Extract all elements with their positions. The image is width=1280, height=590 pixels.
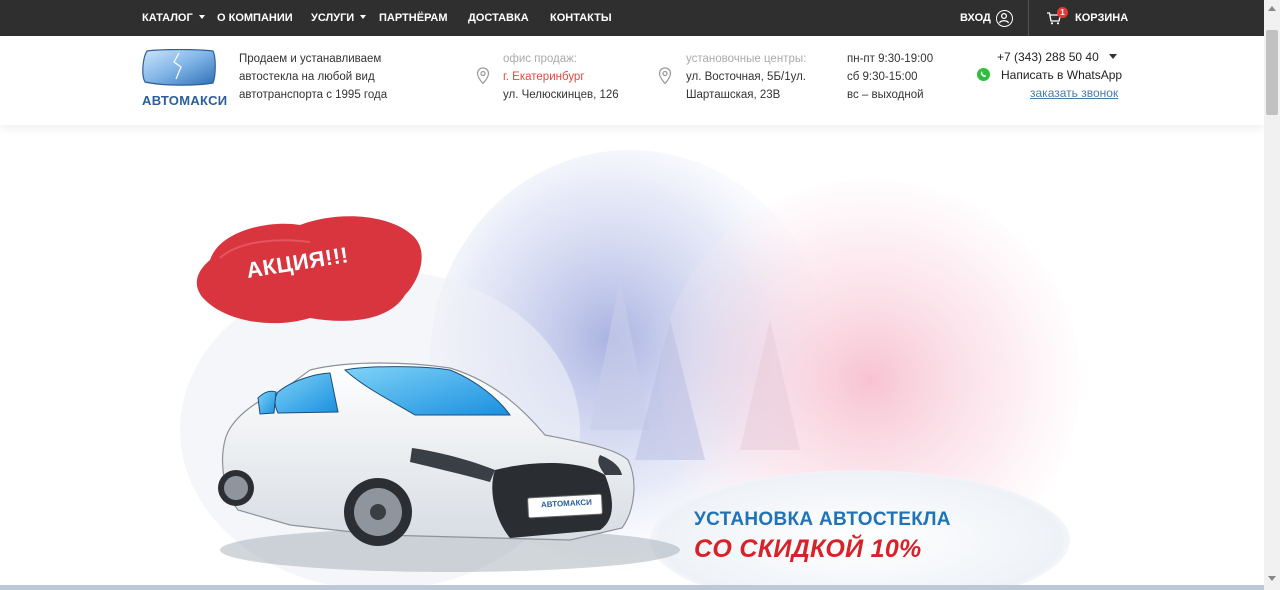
hours-line: сб 9:30-15:00 [847, 71, 918, 83]
whatsapp-icon[interactable] [977, 68, 990, 81]
nav-label: ПАРТНЁРАМ [379, 12, 448, 24]
working-hours: пн-пт 9:30-19:00 сб 9:30-15:00 вс – выхо… [847, 50, 933, 104]
office-address: ул. Челюскинцев, 126 [503, 89, 619, 101]
centers-title: установочные центры: [686, 53, 807, 65]
tagline-line: автостекла на любой вид [239, 71, 375, 83]
chevron-down-icon[interactable] [1108, 54, 1117, 59]
nav-label: О КОМПАНИИ [217, 12, 293, 24]
office-info: офис продаж: г. Екатеринбург ул. Челюски… [503, 50, 619, 104]
nav-item-catalog[interactable]: КАТАЛОГ [142, 0, 205, 36]
cart-label: КОРЗИНА [1075, 12, 1129, 24]
promo-discount: СО СКИДКОЙ 10% [694, 535, 922, 563]
nav-label: ДОСТАВКА [468, 12, 529, 24]
nav-item-contacts[interactable]: КОНТАКТЫ [550, 0, 612, 36]
whatsapp-link[interactable]: Написать в WhatsApp [1001, 68, 1122, 82]
scroll-up-arrow-icon[interactable] [1268, 6, 1276, 11]
nav-label: КОНТАКТЫ [550, 12, 612, 24]
chevron-down-icon [198, 15, 205, 19]
nav-divider [1028, 0, 1029, 36]
nav-item-about[interactable]: О КОМПАНИИ [217, 0, 293, 36]
cart-link[interactable]: КОРЗИНА [1075, 0, 1128, 36]
scroll-down-arrow-icon[interactable] [1268, 576, 1276, 581]
location-pin-icon [658, 67, 672, 85]
callback-link[interactable]: заказать звонок [1030, 86, 1118, 100]
phone-number[interactable]: +7 (343) 288 50 40 [997, 50, 1117, 64]
company-tagline: Продаем и устанавливаем автостекла на лю… [239, 50, 419, 104]
login-label: ВХОД [960, 12, 991, 24]
logo-text[interactable]: АВТОМАКСИ [142, 93, 227, 108]
login-link[interactable]: ВХОД [960, 0, 991, 36]
nav-item-services[interactable]: УСЛУГИ [311, 0, 367, 36]
office-city[interactable]: г. Екатеринбург [503, 68, 619, 86]
chevron-down-icon [360, 15, 367, 19]
tagline-line: Продаем и устанавливаем [239, 53, 382, 65]
nav-label: КАТАЛОГ [142, 12, 193, 24]
nav-item-delivery[interactable]: ДОСТАВКА [468, 0, 529, 36]
hours-line: вс – выходной [847, 89, 924, 101]
hours-line: пн-пт 9:30-19:00 [847, 53, 934, 65]
nav-label: УСЛУГИ [311, 12, 355, 24]
centers-address: Шарташская, 23В [686, 89, 781, 101]
phone-text: +7 (343) 288 50 40 [997, 50, 1099, 64]
centers-address: ул. Восточная, 5Б/1ул. [686, 71, 806, 83]
user-icon[interactable] [996, 10, 1013, 27]
os-taskbar [0, 585, 1264, 590]
nav-item-partners[interactable]: ПАРТНЁРАМ [379, 0, 448, 36]
top-navigation: КАТАЛОГ О КОМПАНИИ УСЛУГИ ПАРТНЁРАМ ДОСТ… [0, 0, 1264, 36]
install-centers-info: установочные центры: ул. Восточная, 5Б/1… [686, 50, 806, 104]
scrollbar-thumb[interactable] [1266, 30, 1278, 115]
location-pin-icon [476, 67, 490, 85]
tagline-line: автотранспорта с 1995 года [239, 89, 388, 101]
office-title: офис продаж: [503, 53, 577, 65]
promo-headline: УСТАНОВКА АВТОСТЕКЛА [694, 509, 951, 530]
cart-count-badge: 1 [1057, 7, 1068, 18]
logo-glass-icon[interactable] [141, 48, 217, 87]
